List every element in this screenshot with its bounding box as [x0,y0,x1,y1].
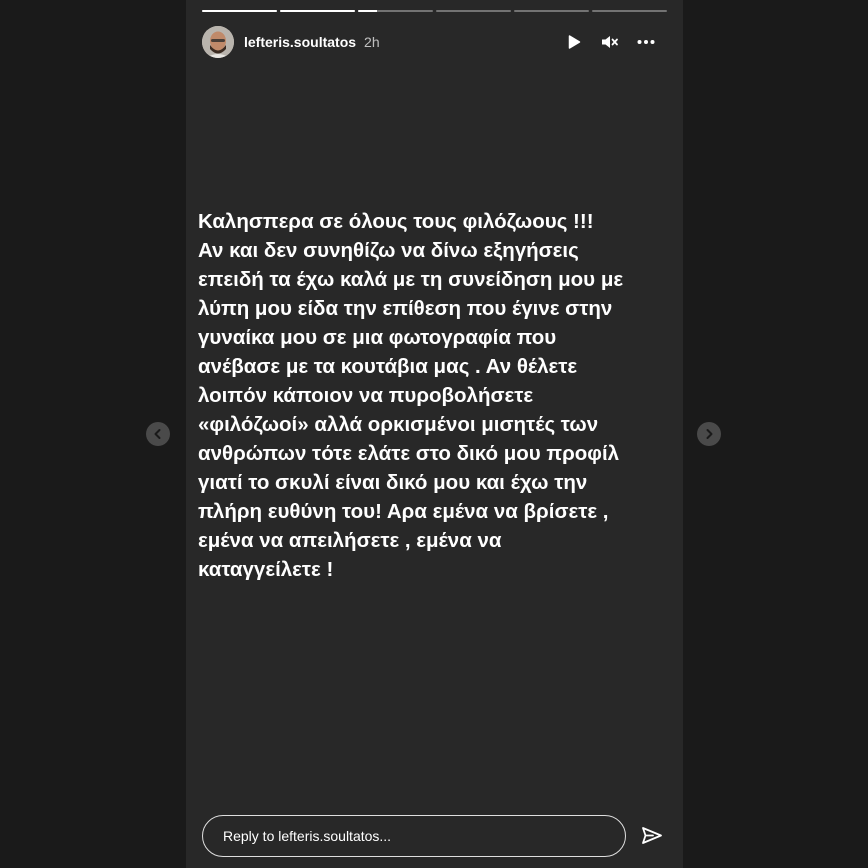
send-icon [642,827,662,844]
avatar[interactable] [202,26,234,58]
progress-segment [280,10,355,12]
more-options-button[interactable] [635,31,657,53]
progress-segment [436,10,511,12]
story-text: Καλησπερα σε όλους τους φιλόζωους !!! Αν… [198,210,624,581]
previous-story-button[interactable] [146,422,170,446]
chevron-left-icon [154,429,161,439]
play-button[interactable] [563,31,585,53]
progress-segment [202,10,277,12]
play-icon [568,35,581,49]
reply-input[interactable] [202,815,626,857]
story-timestamp: 2h [364,34,380,50]
progress-segment-fill [280,10,355,12]
mute-icon [602,36,618,48]
progress-segment [592,10,667,12]
more-icon [637,40,655,44]
progress-segment-fill [358,10,377,12]
chevron-right-icon [706,429,713,439]
progress-segment [358,10,433,12]
mute-button[interactable] [599,31,621,53]
story-header: lefteris.soultatos 2h [202,26,667,58]
story-viewer: lefteris.soultatos 2h Καλησπερα σε όλους… [0,0,868,868]
progress-segment-fill [202,10,277,12]
progress-segment [514,10,589,12]
story-card[interactable]: lefteris.soultatos 2h Καλησπερα σε όλους… [186,0,683,868]
reply-bar [202,814,667,858]
story-progress-bar [202,10,667,13]
story-username[interactable]: lefteris.soultatos [244,34,356,50]
next-story-button[interactable] [697,422,721,446]
send-button[interactable] [638,822,666,850]
